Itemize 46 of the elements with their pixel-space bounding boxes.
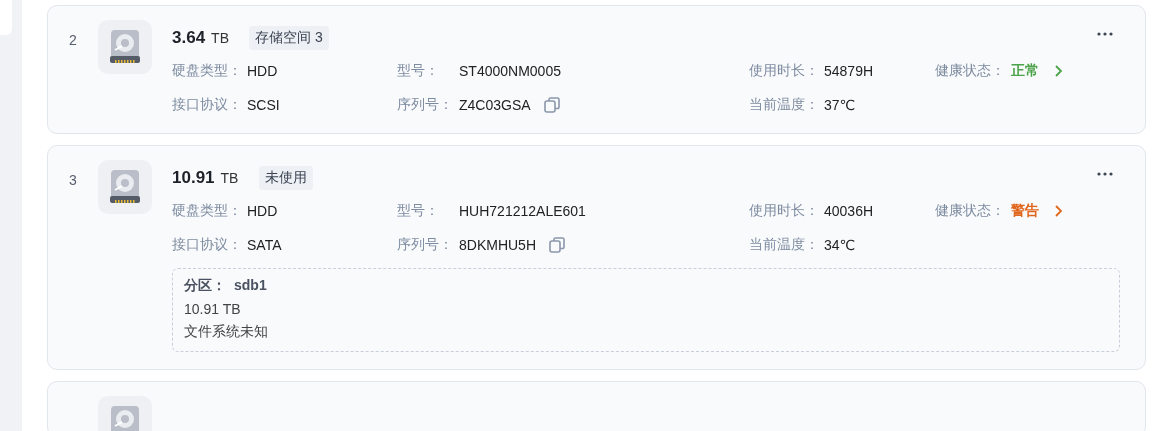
hard-drive-icon — [98, 160, 152, 214]
field-label: 硬盘类型： — [172, 202, 243, 220]
field-label: 序列号： — [397, 236, 454, 254]
size-unit: TB — [211, 30, 230, 46]
copy-icon[interactable] — [548, 236, 566, 254]
field-value: 34℃ — [824, 237, 856, 253]
field-value: Z4C03GSA — [459, 97, 531, 113]
field-label: 使用时长： — [749, 62, 820, 80]
field-label: 当前温度： — [749, 236, 820, 254]
partition-size: 10.91 TB — [184, 301, 242, 317]
field-value: HUH721212ALE601 — [459, 203, 586, 219]
field-label: 型号： — [397, 202, 440, 220]
chevron-right-icon[interactable] — [1053, 204, 1063, 218]
field-label: 硬盘类型： — [172, 62, 243, 80]
field-label: 序列号： — [397, 96, 454, 114]
field-label: 健康状态： — [935, 62, 1006, 80]
health-status: 警告 — [1011, 202, 1039, 220]
disk-size: 3.64 — [172, 28, 206, 48]
field-value: SATA — [247, 237, 282, 253]
field-value: HDD — [247, 203, 278, 219]
field-value: 8DKMHU5H — [459, 237, 536, 253]
field-value: 54879H — [824, 63, 874, 79]
partition-label: 分区： — [184, 277, 226, 295]
disk-index: 2 — [69, 32, 77, 48]
field-label: 使用时长： — [749, 202, 820, 220]
field-value: SCSI — [247, 97, 280, 113]
filesystem-text: 文件系统未知 — [184, 323, 269, 341]
field-label: 接口协议： — [172, 236, 243, 254]
partition-name: sdb1 — [234, 277, 267, 295]
disk-index: 3 — [69, 172, 77, 188]
size-unit: TB — [220, 170, 240, 186]
hard-drive-icon — [98, 20, 152, 74]
status-tag: 存储空间 3 — [249, 26, 329, 50]
health-status: 正常 — [1011, 62, 1039, 80]
copy-icon[interactable] — [542, 96, 561, 114]
field-value: 40036H — [824, 203, 874, 219]
status-tag: 未使用 — [258, 166, 313, 190]
field-label: 型号： — [397, 62, 440, 80]
field-value: 37℃ — [824, 97, 856, 113]
field-label: 接口协议： — [172, 96, 243, 114]
chevron-right-icon[interactable] — [1053, 64, 1063, 78]
field-label: 当前温度： — [749, 96, 820, 114]
disk-size: 10.91 — [172, 168, 215, 188]
field-label: 健康状态： — [935, 202, 1006, 220]
field-value: HDD — [247, 63, 278, 79]
field-value: ST4000NM0005 — [459, 63, 561, 79]
